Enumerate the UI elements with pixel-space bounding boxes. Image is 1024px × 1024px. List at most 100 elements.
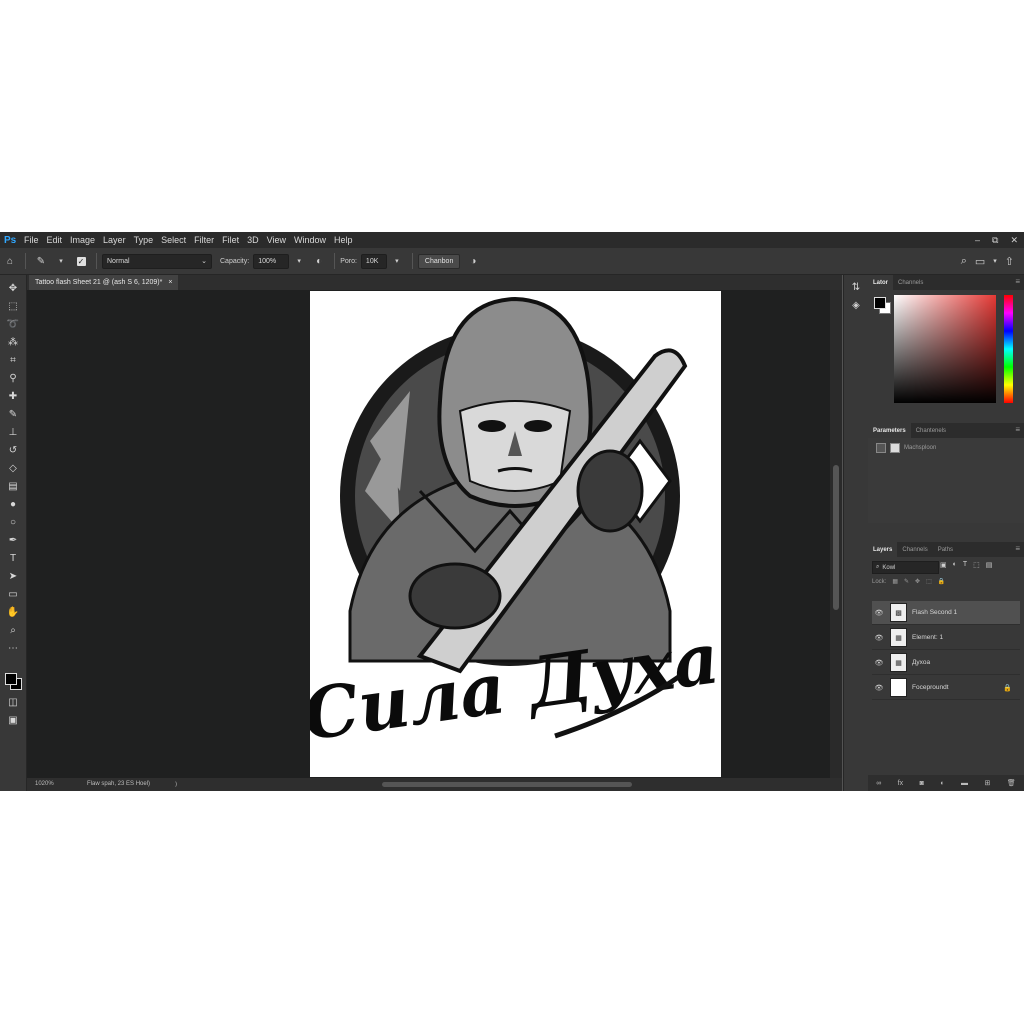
delete-layer-icon[interactable]: 🗑 (1007, 779, 1016, 787)
vertical-scrollbar[interactable] (830, 290, 842, 778)
chanbon-button[interactable]: Chanbon (417, 253, 461, 269)
panel-menu-icon[interactable]: ≡ (1015, 277, 1020, 286)
lock-image-icon[interactable]: ✎ (904, 578, 909, 585)
eye-icon[interactable]: 👁 (872, 609, 886, 617)
tab-paths[interactable]: Paths (933, 542, 958, 557)
filter-shape-icon[interactable]: ⬚ (973, 561, 980, 569)
menu-layer[interactable]: Layer (103, 235, 126, 245)
chevron-down-icon[interactable]: ▾ (54, 254, 68, 268)
tab-layers[interactable]: Layers (868, 542, 898, 557)
menu-select[interactable]: Select (161, 235, 186, 245)
vertical-scroll-thumb[interactable] (833, 465, 839, 610)
filter-adjustment-icon[interactable]: ◐ (953, 561, 957, 569)
capacity-input[interactable]: 100% (253, 253, 290, 269)
chevron-down-icon[interactable]: ▾ (390, 254, 404, 268)
close-tab-icon[interactable]: × (168, 279, 172, 286)
healing-brush-tool-icon[interactable]: ✚ (5, 389, 21, 403)
close-window-button[interactable]: ✕ (1010, 235, 1018, 246)
marquee-tool-icon[interactable]: ⬚ (5, 299, 21, 313)
history-brush-tool-icon[interactable]: ↺ (5, 443, 21, 457)
move-tool-icon[interactable]: ✥ (5, 281, 21, 295)
eye-icon[interactable]: 👁 (872, 659, 886, 667)
poro-input[interactable]: 10K (360, 253, 387, 269)
search-icon[interactable]: ⌕ (961, 255, 967, 268)
menu-edit[interactable]: Edit (47, 235, 63, 245)
brush-tool-icon[interactable]: ✎ (5, 407, 21, 421)
lock-artboard-icon[interactable]: ⬚ (926, 578, 932, 585)
menu-filter[interactable]: Filter (194, 235, 214, 245)
type-tool-icon[interactable]: T (5, 551, 21, 565)
eye-icon[interactable]: 👁 (872, 684, 886, 692)
zoom-level[interactable]: 1020% (35, 781, 54, 787)
lock-all-icon[interactable]: 🔒 (938, 578, 945, 585)
new-group-icon[interactable]: ▬ (961, 780, 968, 787)
menu-type[interactable]: Type (134, 235, 154, 245)
lasso-tool-icon[interactable]: ➰ (5, 317, 21, 331)
zoom-tool-icon[interactable]: ⌕ (5, 623, 21, 637)
rectangle-tool-icon[interactable]: ▭ (5, 587, 21, 601)
filter-type-icon[interactable]: T (963, 561, 967, 569)
chevron-down-icon[interactable]: ▾ (292, 254, 306, 268)
path-selection-tool-icon[interactable]: ➤ (5, 569, 21, 583)
eye-icon[interactable]: 👁 (872, 634, 886, 642)
menu-image[interactable]: Image (70, 235, 95, 245)
pressure-opacity-icon[interactable]: ◐ (312, 254, 326, 268)
brush-settings-checkbox[interactable]: ✓ (74, 254, 88, 268)
brush-preset-icon[interactable]: ✎ (34, 254, 48, 268)
more-tools-icon[interactable]: ⋯ (5, 641, 21, 655)
adjustment-layer-icon[interactable]: ◐ (940, 780, 944, 787)
dodge-tool-icon[interactable]: ○ (5, 515, 21, 529)
eyedropper-tool-icon[interactable]: ⚲ (5, 371, 21, 385)
menu-help[interactable]: Help (334, 235, 353, 245)
pen-tool-icon[interactable]: ✒ (5, 533, 21, 547)
screen-mode-icon[interactable]: ▣ (5, 713, 21, 727)
status-menu-arrow[interactable]: ⟩ (175, 781, 177, 788)
lock-transparent-icon[interactable]: ▦ (892, 578, 898, 585)
panel-menu-icon[interactable]: ≡ (1015, 425, 1020, 434)
filter-smart-icon[interactable]: ▤ (986, 561, 993, 569)
clone-stamp-tool-icon[interactable]: ⊥ (5, 425, 21, 439)
workspace-icon[interactable]: ▭ (975, 255, 985, 268)
home-icon[interactable]: ⌂ (3, 254, 17, 268)
tab-channels[interactable]: Channels (897, 542, 932, 557)
hand-tool-icon[interactable]: ✋ (5, 605, 21, 619)
gradient-tool-icon[interactable]: ▤ (5, 479, 21, 493)
crop-tool-icon[interactable]: ⌗ (5, 353, 21, 367)
color-picker-field[interactable] (894, 295, 996, 403)
tab-chantenels[interactable]: Chantenels (911, 423, 951, 438)
foreground-swatch[interactable] (874, 297, 886, 309)
document-tab[interactable]: Tattoo flash Sheet 21 @ (ash S 6, 1209)*… (29, 275, 179, 290)
menu-3d[interactable]: 3D (247, 235, 259, 245)
minimize-button[interactable]: – (975, 235, 980, 245)
adjust-panel-icon[interactable]: ⇅ (850, 281, 862, 293)
new-layer-icon[interactable]: ⊞ (985, 779, 991, 787)
eraser-tool-icon[interactable]: ◇ (5, 461, 21, 475)
add-mask-icon[interactable]: ◙ (920, 780, 924, 787)
blur-tool-icon[interactable]: ● (5, 497, 21, 511)
artboard[interactable]: Сила Духа (298, 291, 724, 777)
lock-position-icon[interactable]: ✥ (915, 578, 920, 585)
hue-slider[interactable] (1004, 295, 1013, 403)
restore-button[interactable]: ⧉ (992, 235, 998, 246)
menu-filet[interactable]: Filet (222, 235, 239, 245)
panel-menu-icon[interactable]: ≡ (1015, 544, 1020, 553)
share-icon[interactable]: ⇧ (1005, 255, 1014, 268)
chevron-down-icon[interactable]: ▾ (993, 257, 997, 265)
filter-pixel-icon[interactable]: ▣ (940, 561, 947, 569)
tab-lator[interactable]: Lator (868, 275, 893, 290)
pressure-size-icon[interactable]: ◑ (466, 254, 480, 268)
canvas-area[interactable]: Сила Духа (27, 290, 830, 778)
parameter-row[interactable]: Machsploon (876, 443, 936, 453)
foreground-color-swatch[interactable] (5, 673, 17, 685)
tab-parameters[interactable]: Parameters (868, 423, 911, 438)
blend-mode-select[interactable]: Normal ⌄ (102, 253, 212, 269)
layer-row[interactable]: 👁 ▩ Flash Second 1 (872, 601, 1020, 625)
layer-row[interactable]: 👁 Foceproundt 🔒 (872, 676, 1020, 700)
link-layers-icon[interactable]: ∞ (876, 780, 881, 787)
menu-file[interactable]: File (24, 235, 39, 245)
layer-filter-select[interactable]: ⌕ Kowl (872, 561, 939, 574)
magic-wand-tool-icon[interactable]: ⁂ (5, 335, 21, 349)
layer-row[interactable]: 👁 ▦ Element: 1 (872, 626, 1020, 650)
tab-channels[interactable]: Channels (893, 275, 928, 290)
layer-row[interactable]: 👁 ▦ Дyxoa (872, 651, 1020, 675)
